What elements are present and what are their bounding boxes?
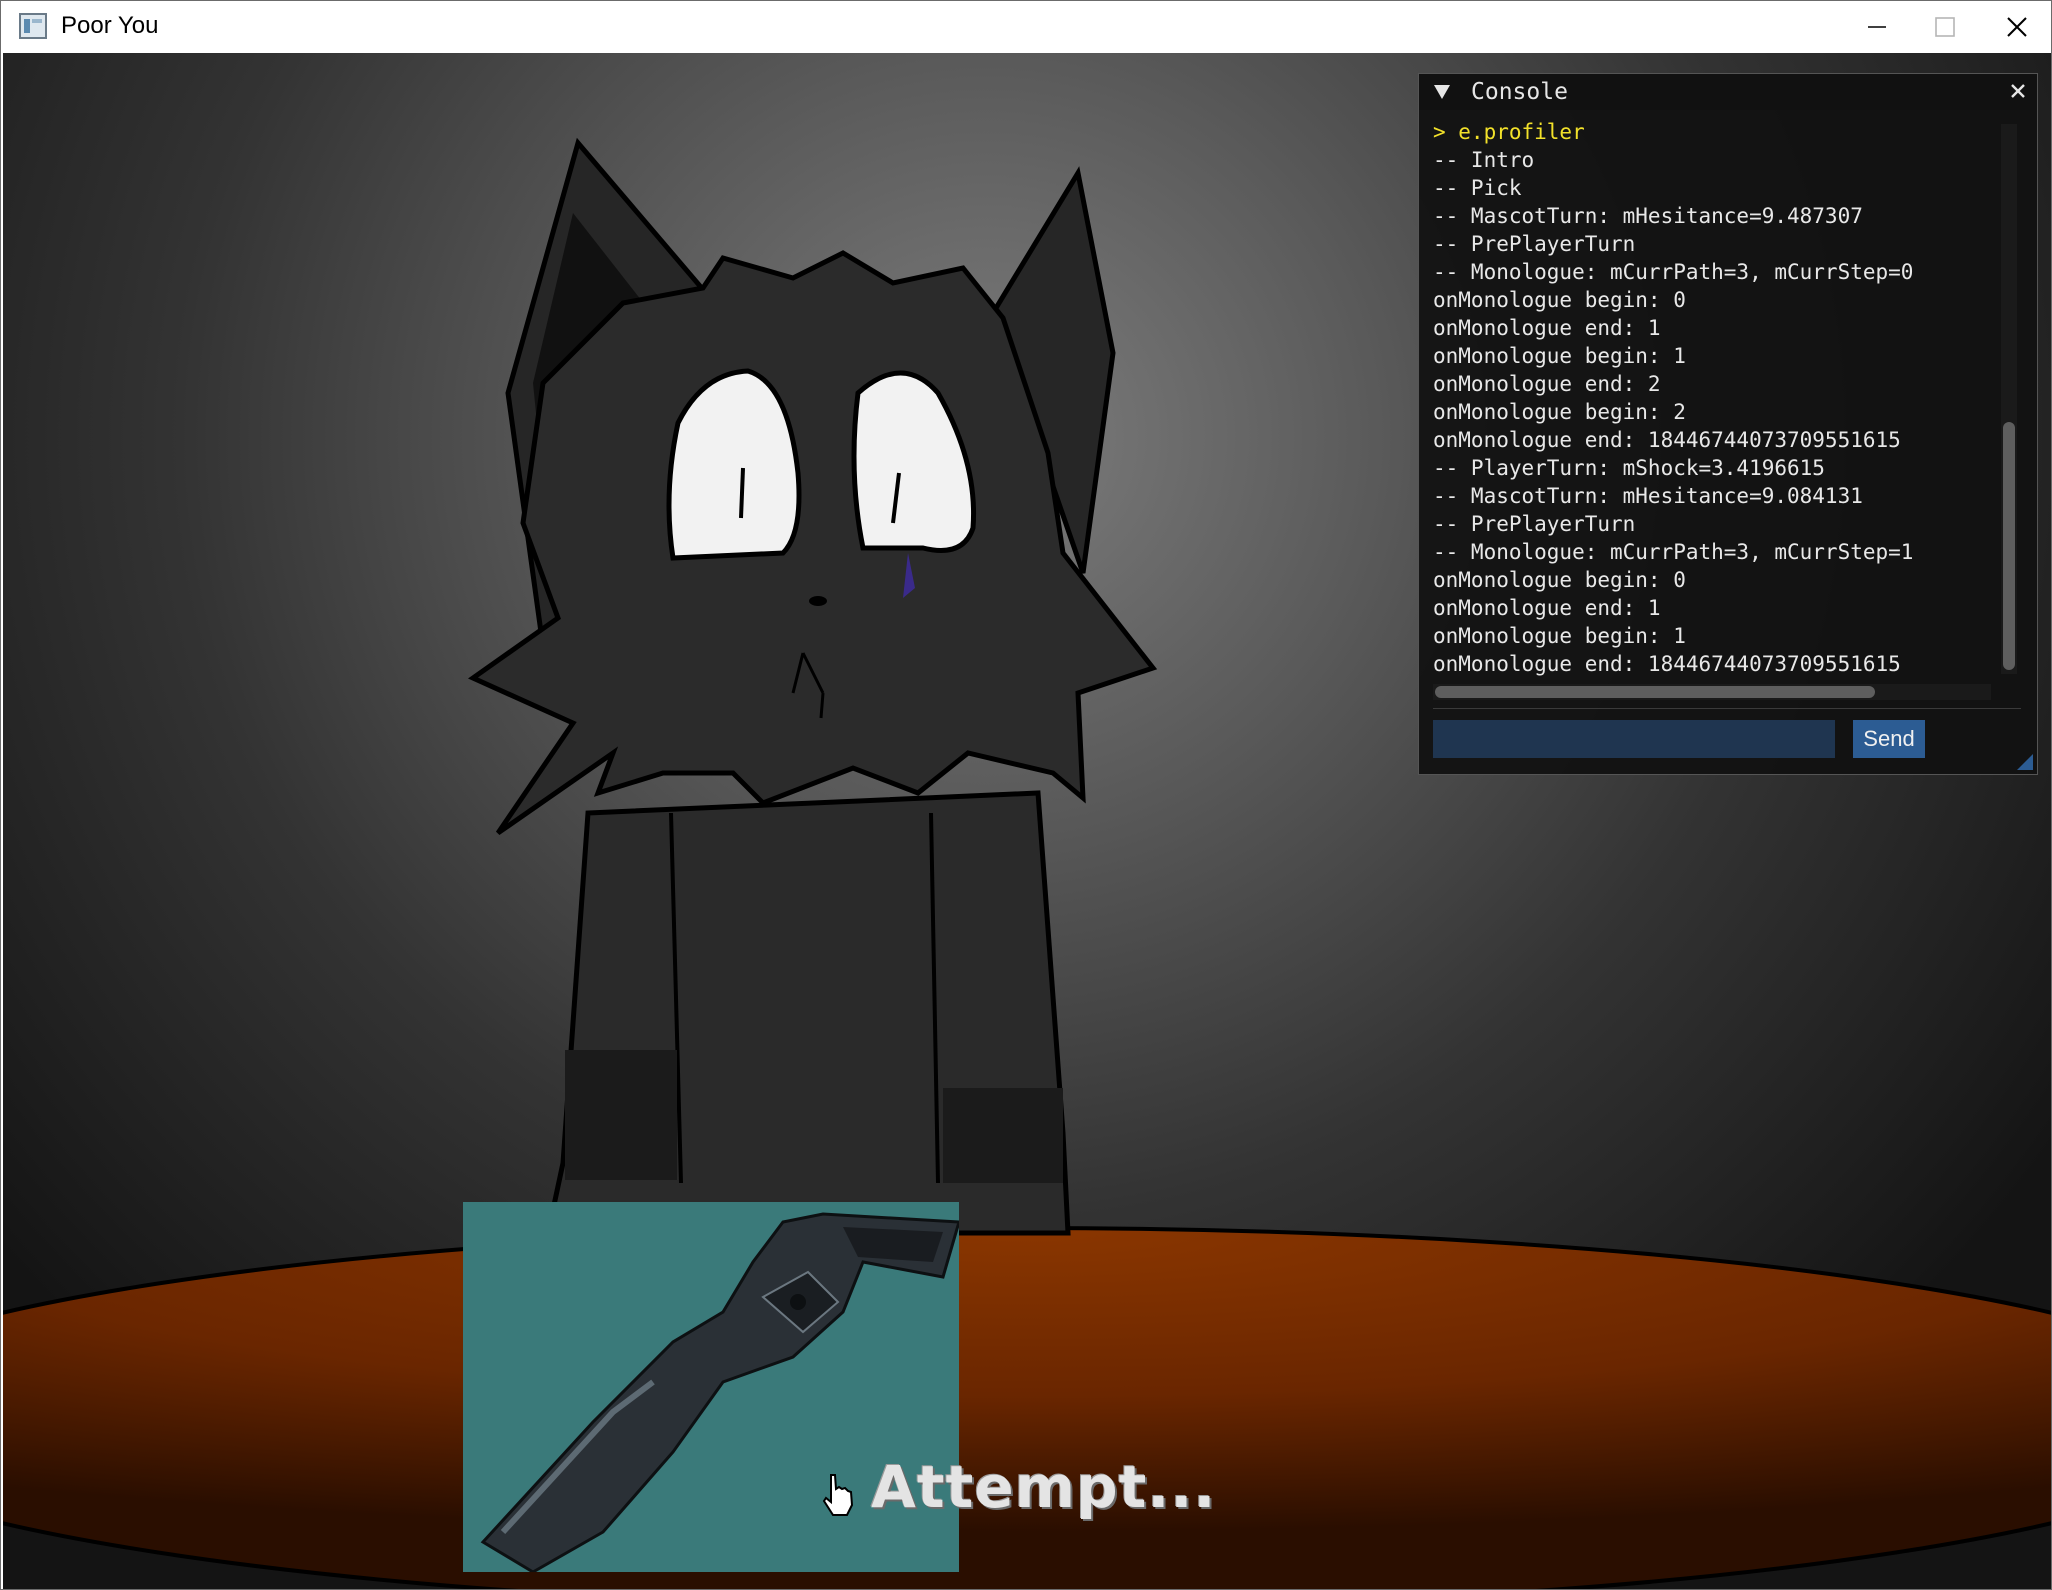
cat-mascot (467, 137, 1158, 1236)
log-line: onMonologue begin: 1 (1433, 624, 1686, 648)
log-line: > e.profiler (1433, 120, 1585, 144)
console-separator (1433, 708, 2021, 709)
resize-grip-icon[interactable] (2017, 754, 2033, 770)
console-horizontal-scrollbar[interactable] (1433, 684, 1991, 700)
maximize-icon (1935, 16, 1955, 37)
log-line: onMonologue begin: 1 (1433, 344, 1686, 368)
game-window: Poor You Attempt... Console > e.profiler… (0, 0, 2052, 1590)
log-line: onMonologue end: 18446744073709551615 (1433, 652, 1901, 676)
log-line: -- PlayerTurn: mShock=3.4196615 (1433, 456, 1825, 480)
triangle-down-icon[interactable] (1433, 84, 1451, 100)
log-line: -- Intro (1433, 148, 1535, 172)
console-vertical-scroll-thumb[interactable] (2003, 422, 2015, 670)
log-line: onMonologue begin: 0 (1433, 288, 1686, 312)
window-title: Poor You (61, 12, 159, 39)
console-command-input[interactable] (1433, 720, 1835, 758)
console-vertical-scrollbar[interactable] (2001, 124, 2017, 674)
log-line: -- PrePlayerTurn (1433, 232, 1636, 256)
close-icon[interactable] (2009, 82, 2027, 100)
console-header[interactable]: Console (1419, 74, 2037, 110)
log-line: -- MascotTurn: mHesitance=9.487307 (1433, 204, 1863, 228)
title-bar[interactable]: Poor You (1, 1, 2051, 52)
hand-cursor-icon (822, 1474, 854, 1516)
log-line: onMonologue begin: 2 (1433, 400, 1686, 424)
console-horizontal-scroll-thumb[interactable] (1435, 686, 1875, 698)
table (3, 1226, 2051, 1589)
log-line: -- PrePlayerTurn (1433, 512, 1636, 536)
console-log: > e.profiler -- Intro -- Pick -- MascotT… (1433, 118, 1993, 680)
console-window[interactable]: Console > e.profiler -- Intro -- Pick --… (1418, 73, 2038, 775)
maximize-button[interactable] (1911, 1, 1979, 52)
log-line: onMonologue end: 1 (1433, 596, 1661, 620)
console-title: Console (1471, 79, 1568, 105)
log-line: onMonologue end: 2 (1433, 372, 1661, 396)
close-button[interactable] (1983, 1, 2051, 52)
log-line: -- Monologue: mCurrPath=3, mCurrStep=1 (1433, 540, 1914, 564)
log-line: onMonologue begin: 0 (1433, 568, 1686, 592)
log-line: -- Monologue: mCurrPath=3, mCurrStep=0 (1433, 260, 1914, 284)
minimize-icon (1868, 25, 1886, 28)
minimize-button[interactable] (1843, 1, 1911, 52)
log-line: -- MascotTurn: mHesitance=9.084131 (1433, 484, 1863, 508)
send-button[interactable]: Send (1853, 720, 1925, 758)
log-line: onMonologue end: 18446744073709551615 (1433, 428, 1901, 452)
game-viewport[interactable]: Attempt... Console > e.profiler -- Intro… (3, 53, 2051, 1589)
log-line: -- Pick (1433, 176, 1522, 200)
close-icon (2007, 16, 2027, 37)
log-line: onMonologue end: 1 (1433, 316, 1661, 340)
attempt-label: Attempt... (871, 1453, 1217, 1521)
app-icon (19, 13, 47, 39)
